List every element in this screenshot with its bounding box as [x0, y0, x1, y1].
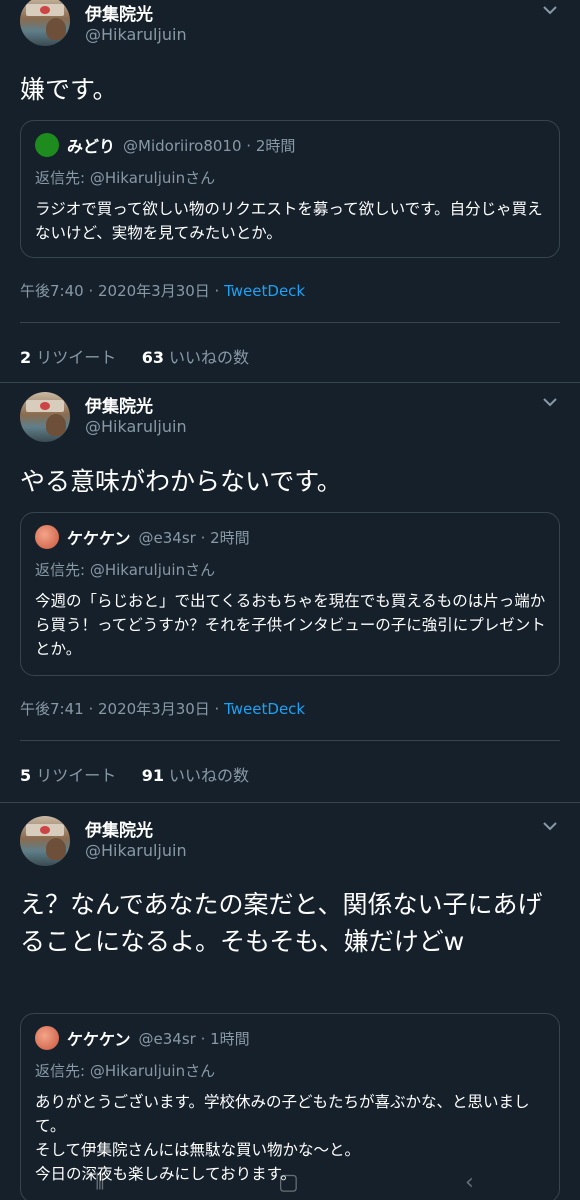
quoted-text: ラジオで買って欲しい物のリクエストを募って欲しいです。自分じゃ買えないけど、実物…	[35, 200, 543, 242]
like-count[interactable]: 91	[142, 766, 164, 785]
author-name[interactable]: 伊集院光	[85, 0, 153, 25]
tweet-text: え？なんであなたの案だと、関係ない子にあげることになるよ。そもそも、嫌だけどw	[20, 890, 543, 956]
tweet-text: やる意味がわからないです。	[20, 467, 342, 496]
quoted-author-name: ケケケン	[67, 529, 131, 548]
quoted-avatar	[35, 133, 59, 157]
engagement-stats: 2 リツイート 63 いいねの数	[20, 344, 249, 368]
reply-to: 返信先: @Hikaruljuinさん	[35, 169, 216, 187]
divider	[20, 322, 560, 323]
likes-label[interactable]: いいねの数	[169, 348, 249, 367]
timestamp: 午後7:40 · 2020年3月30日 · TweetDeck	[20, 280, 305, 301]
avatar[interactable]	[20, 392, 70, 442]
quoted-author-name: みどり	[67, 137, 116, 156]
quoted-tweet[interactable]: みどり @Midoriiro8010 · 2時間 返信先: @Hikarulju…	[20, 120, 560, 258]
back-icon[interactable]: ‹	[465, 1170, 474, 1195]
reply-to: 返信先: @Hikaruljuinさん	[35, 561, 216, 579]
recent-apps-icon[interactable]: ⦀	[95, 1170, 105, 1195]
avatar[interactable]	[20, 0, 70, 46]
divider	[0, 382, 580, 383]
author-name[interactable]: 伊集院光	[85, 816, 153, 841]
chevron-down-icon[interactable]	[540, 392, 560, 412]
home-icon[interactable]: ▢	[278, 1170, 299, 1195]
quoted-text: 今週の「らじおと」で出てくるおもちゃを現在でも買えるものは片っ端から買う！ってど…	[35, 592, 546, 658]
like-count[interactable]: 63	[142, 348, 164, 367]
author-handle[interactable]: @Hikaruljuin	[85, 841, 187, 860]
quoted-author-meta: @e34sr · 1時間	[138, 1029, 250, 1048]
tweet-text: 嫌です。	[20, 75, 118, 104]
time-text: 午後7:41 · 2020年3月30日 ·	[20, 700, 225, 718]
author-handle[interactable]: @Hikaruljuin	[85, 25, 187, 44]
chevron-down-icon[interactable]	[540, 0, 560, 20]
author-name[interactable]: 伊集院光	[85, 392, 153, 417]
system-nav-bar: ⦀ ▢ ‹	[0, 1166, 580, 1200]
source-link[interactable]: TweetDeck	[224, 282, 305, 300]
reply-to: 返信先: @Hikaruljuinさん	[35, 1062, 216, 1080]
quoted-author-name: ケケケン	[67, 1030, 131, 1049]
time-text: 午後7:40 · 2020年3月30日 ·	[20, 282, 225, 300]
timestamp: 午後7:41 · 2020年3月30日 · TweetDeck	[20, 698, 305, 719]
source-link[interactable]: TweetDeck	[224, 700, 305, 718]
divider	[20, 740, 560, 741]
divider	[0, 802, 580, 803]
engagement-stats: 5 リツイート 91 いいねの数	[20, 762, 249, 786]
retweets-label[interactable]: リツイート	[36, 766, 116, 785]
quoted-avatar	[35, 1026, 59, 1050]
likes-label[interactable]: いいねの数	[169, 766, 249, 785]
avatar[interactable]	[20, 816, 70, 866]
retweet-count[interactable]: 5	[20, 766, 31, 785]
quoted-author-meta: @Midoriiro8010 · 2時間	[123, 136, 296, 155]
chevron-down-icon[interactable]	[540, 816, 560, 836]
author-handle[interactable]: @Hikaruljuin	[85, 417, 187, 436]
quoted-author-meta: @e34sr · 2時間	[138, 528, 250, 547]
quoted-tweet[interactable]: ケケケン @e34sr · 2時間 返信先: @Hikaruljuinさん 今週…	[20, 512, 560, 676]
retweet-count[interactable]: 2	[20, 348, 31, 367]
retweets-label[interactable]: リツイート	[36, 348, 116, 367]
quoted-avatar	[35, 525, 59, 549]
